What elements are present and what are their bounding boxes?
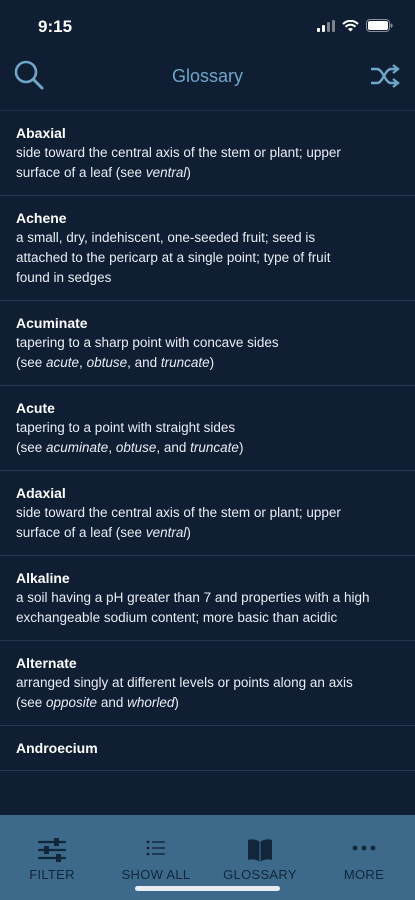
cellular-signal-icon [317, 19, 335, 32]
glossary-list[interactable]: Abaxial side toward the central axis of … [0, 110, 415, 816]
glossary-term: Abaxial [16, 125, 66, 141]
glossary-definition: a small, dry, indehiscent, one-seeded fr… [16, 230, 331, 285]
glossary-definition: side toward the central axis of the stem… [16, 505, 341, 540]
glossary-definition: arranged singly at different levels or p… [16, 675, 353, 710]
sliders-icon [38, 838, 66, 862]
more-dots-icon [352, 845, 376, 851]
glossary-definition: tapering to a sharp point with concave s… [16, 335, 279, 370]
tab-label: SHOW ALL [121, 867, 191, 882]
glossary-definition: side toward the central axis of the stem… [16, 145, 341, 180]
tab-more[interactable]: MORE [312, 815, 415, 900]
glossary-definition: a soil having a pH greater than 7 and pr… [16, 590, 370, 625]
glossary-entry[interactable]: Androecium [0, 726, 415, 771]
glossary-entry[interactable]: Alkaline a soil having a pH greater than… [0, 556, 415, 641]
glossary-definition: tapering to a point with straight sides(… [16, 420, 244, 455]
tab-filter[interactable]: FILTER [0, 815, 104, 900]
glossary-term: Alternate [16, 655, 77, 671]
home-indicator[interactable] [135, 886, 280, 891]
glossary-term: Achene [16, 210, 67, 226]
status-bar: 9:15 [0, 0, 415, 52]
tab-label: FILTER [29, 867, 75, 882]
tab-label: MORE [343, 867, 385, 882]
book-icon [248, 839, 272, 862]
glossary-term: Acute [16, 400, 55, 416]
glossary-entry[interactable]: Abaxial side toward the central axis of … [0, 111, 415, 196]
page-title: Glossary [171, 66, 243, 86]
glossary-entry[interactable]: Alternate arranged singly at different l… [0, 641, 415, 726]
glossary-term: Alkaline [16, 570, 70, 586]
tab-label: GLOSSARY [223, 867, 297, 882]
status-time: 9:15 [38, 17, 73, 36]
glossary-term: Androecium [16, 740, 98, 756]
shuffle-icon [371, 64, 400, 88]
shuffle-button[interactable] [369, 62, 401, 90]
glossary-term: Acuminate [16, 315, 88, 331]
battery-icon [366, 19, 393, 32]
glossary-entry[interactable]: Acute tapering to a point with straight … [0, 386, 415, 471]
glossary-entry[interactable]: Achene a small, dry, indehiscent, one-se… [0, 196, 415, 301]
list-icon [146, 840, 165, 856]
status-icons [317, 19, 393, 32]
glossary-entry[interactable]: Adaxial side toward the central axis of … [0, 471, 415, 556]
nav-bar: Glossary [0, 52, 415, 108]
wifi-icon [342, 19, 359, 31]
glossary-entry[interactable]: Acuminate tapering to a sharp point with… [0, 301, 415, 386]
glossary-term: Adaxial [16, 485, 66, 501]
